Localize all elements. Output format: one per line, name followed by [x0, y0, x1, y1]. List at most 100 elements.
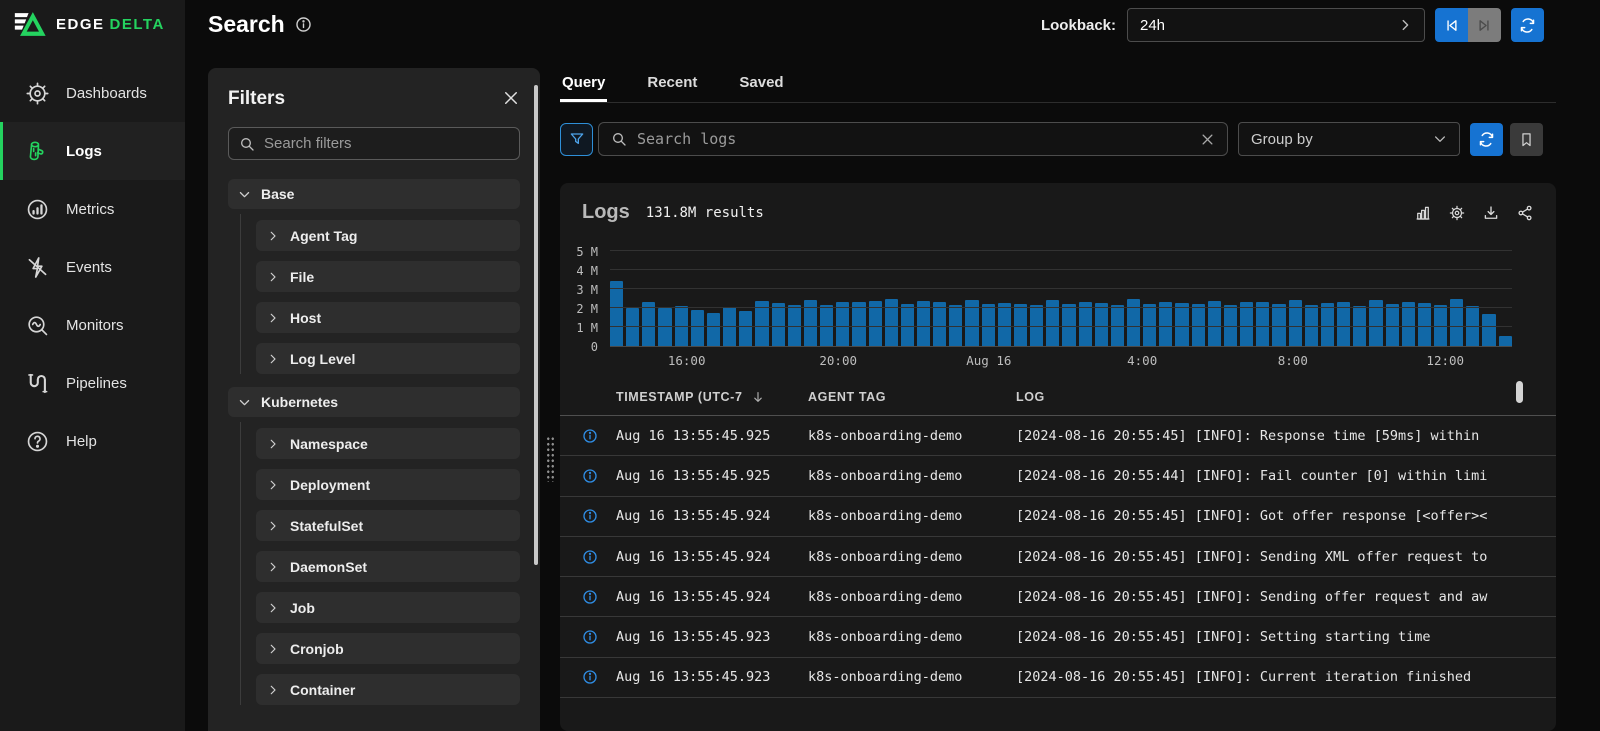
log-table-row[interactable]: Aug 16 13:55:45.924k8s-onboarding-demo[2… — [560, 497, 1556, 537]
clear-search-button[interactable] — [1200, 132, 1215, 147]
sidebar-item-logs[interactable]: Logs — [0, 122, 185, 180]
settings-button[interactable] — [1448, 204, 1466, 222]
log-timestamp: Aug 16 13:55:45.925 — [616, 468, 808, 484]
group-by-select[interactable]: Group by — [1238, 122, 1460, 156]
filter-search-input[interactable] — [264, 135, 509, 152]
log-table-row[interactable]: Aug 16 13:55:45.925k8s-onboarding-demo[2… — [560, 416, 1556, 456]
share-button[interactable] — [1516, 204, 1534, 222]
histogram-bar[interactable] — [1079, 302, 1092, 346]
log-table-row[interactable]: Aug 16 13:55:45.924k8s-onboarding-demo[2… — [560, 537, 1556, 577]
table-scrollbar-thumb[interactable] — [1516, 381, 1523, 403]
filter-item-host[interactable]: Host — [256, 302, 520, 333]
filters-close-button[interactable] — [502, 89, 520, 110]
column-agent-tag[interactable]: AGENT TAG — [808, 390, 1016, 404]
log-info-icon[interactable] — [582, 549, 616, 565]
histogram-bar[interactable] — [1095, 303, 1108, 346]
y-tick-label: 1 M — [576, 321, 598, 335]
filter-section-items: Namespace Deployment StatefulSet DaemonSet J… — [228, 428, 520, 705]
sidebar-item-help[interactable]: Help — [0, 412, 185, 470]
chart-view-button[interactable] — [1414, 204, 1432, 222]
log-table-row[interactable]: Aug 16 13:55:45.925k8s-onboarding-demo[2… — [560, 456, 1556, 496]
log-table-row[interactable]: Aug 16 13:55:45.923k8s-onboarding-demo[2… — [560, 617, 1556, 657]
download-button[interactable] — [1482, 204, 1500, 222]
edge-delta-logo-icon — [12, 10, 48, 39]
log-search-input[interactable] — [637, 130, 1190, 148]
tab-recent[interactable]: Recent — [645, 70, 699, 102]
save-query-button[interactable] — [1510, 123, 1543, 156]
sidebar-item-metrics[interactable]: Metrics — [0, 180, 185, 238]
gridline — [610, 250, 1512, 251]
sidebar-item-monitors[interactable]: Monitors — [0, 296, 185, 354]
filter-item-namespace[interactable]: Namespace — [256, 428, 520, 459]
filter-toggle-button[interactable] — [560, 123, 593, 156]
log-info-icon[interactable] — [582, 508, 616, 524]
histogram-bar[interactable] — [917, 301, 930, 346]
histogram-bar[interactable] — [836, 302, 849, 346]
skip-back-button[interactable] — [1435, 8, 1468, 42]
log-info-icon[interactable] — [582, 669, 616, 685]
filter-item-job[interactable]: Job — [256, 592, 520, 623]
column-log[interactable]: LOG — [1016, 390, 1534, 404]
filters-scrollbar[interactable] — [534, 85, 538, 565]
histogram-bar[interactable] — [1208, 301, 1221, 346]
histogram-bar[interactable] — [1418, 303, 1431, 346]
filter-item-deployment[interactable]: Deployment — [256, 469, 520, 500]
skip-forward-button[interactable] — [1468, 8, 1501, 42]
histogram-bar[interactable] — [642, 302, 655, 346]
histogram-bar[interactable] — [610, 281, 623, 346]
histogram-bar[interactable] — [739, 311, 752, 346]
x-tick-label: 12:00 — [1426, 353, 1464, 368]
filter-item-daemonset[interactable]: DaemonSet — [256, 551, 520, 582]
run-query-button[interactable] — [1470, 123, 1503, 156]
filter-item-cronjob[interactable]: Cronjob — [256, 633, 520, 664]
sidebar-item-dashboards[interactable]: Dashboards — [0, 64, 185, 122]
log-table-row[interactable]: Aug 16 13:55:45.924k8s-onboarding-demo[2… — [560, 577, 1556, 617]
histogram-bar[interactable] — [755, 301, 768, 346]
sort-desc-icon — [751, 390, 765, 404]
histogram-bar[interactable] — [1321, 303, 1334, 346]
histogram-bar[interactable] — [1499, 336, 1512, 347]
panel-resize-handle[interactable] — [546, 436, 555, 482]
histogram-bar[interactable] — [1159, 302, 1172, 346]
histogram-bar[interactable] — [772, 303, 785, 346]
log-timestamp: Aug 16 13:55:45.923 — [616, 629, 808, 645]
log-info-icon[interactable] — [582, 428, 616, 444]
filter-item-file[interactable]: File — [256, 261, 520, 292]
histogram-bar[interactable] — [933, 302, 946, 346]
histogram-bar[interactable] — [869, 301, 882, 346]
histogram-bar[interactable] — [691, 310, 704, 346]
tab-saved[interactable]: Saved — [737, 70, 785, 102]
brand-name: EDGEDELTA — [56, 16, 165, 33]
histogram-bar[interactable] — [1240, 302, 1253, 346]
log-info-icon[interactable] — [582, 468, 616, 484]
filter-item-agent-tag[interactable]: Agent Tag — [256, 220, 520, 251]
histogram-bar[interactable] — [626, 308, 639, 346]
filter-section-header-base[interactable]: Base — [228, 179, 520, 209]
log-table-row[interactable]: Aug 16 13:55:45.923k8s-onboarding-demo[2… — [560, 658, 1556, 698]
refresh-button[interactable] — [1511, 8, 1544, 42]
histogram-bar[interactable] — [1402, 302, 1415, 346]
filter-item-container[interactable]: Container — [256, 674, 520, 705]
tab-query[interactable]: Query — [560, 70, 607, 102]
filter-item-label: Job — [290, 600, 315, 616]
histogram-bar[interactable] — [1337, 302, 1350, 346]
histogram-bar[interactable] — [852, 302, 865, 346]
histogram-bar[interactable] — [707, 313, 720, 346]
info-icon[interactable] — [295, 16, 312, 33]
log-info-icon[interactable] — [582, 629, 616, 645]
histogram-bar[interactable] — [998, 303, 1011, 346]
histogram-bar[interactable] — [1175, 303, 1188, 346]
histogram-bar[interactable] — [1482, 314, 1495, 346]
filter-item-statefulset[interactable]: StatefulSet — [256, 510, 520, 541]
sidebar-item-pipelines[interactable]: Pipelines — [0, 354, 185, 412]
log-info-icon[interactable] — [582, 589, 616, 605]
histogram-bar[interactable] — [1256, 302, 1269, 346]
histogram-bar[interactable] — [658, 308, 671, 346]
filter-section-header-kubernetes[interactable]: Kubernetes — [228, 387, 520, 417]
lookback-select[interactable]: 24h — [1127, 8, 1425, 42]
sidebar: EDGEDELTA DashboardsLogsMetricsEventsMon… — [0, 0, 185, 731]
edge-delta-logo[interactable]: EDGEDELTA — [12, 10, 165, 39]
filter-item-log-level[interactable]: Log Level — [256, 343, 520, 374]
column-timestamp[interactable]: TIMESTAMP (UTC-7 — [616, 390, 808, 404]
sidebar-item-events[interactable]: Events — [0, 238, 185, 296]
